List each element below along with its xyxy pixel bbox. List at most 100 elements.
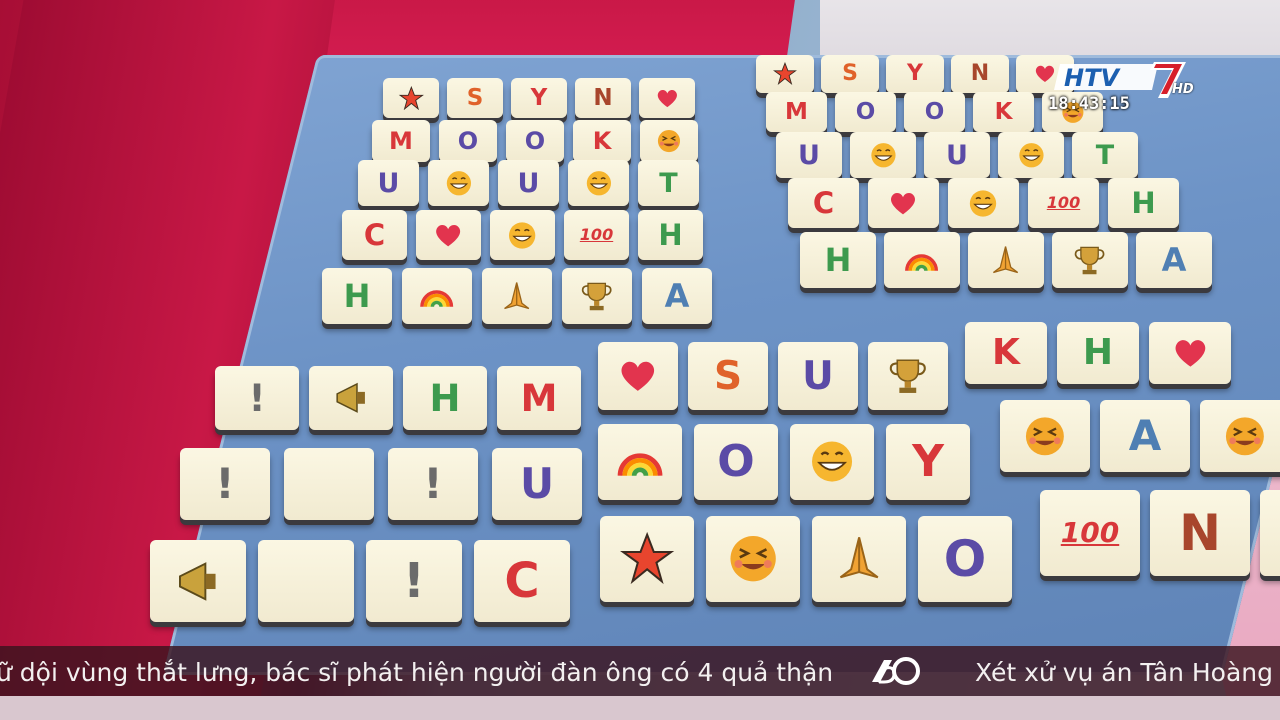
letter-tile: U [924, 132, 990, 178]
tile-letter: T [659, 167, 678, 199]
tile-letter: H [824, 241, 852, 279]
grin-squint-tile [640, 120, 698, 162]
grin-squint-tile [706, 516, 800, 602]
pray-tile [812, 516, 906, 602]
tile-letter: N [593, 84, 613, 111]
blank-tile [284, 448, 374, 520]
news-ticker: ữ dội vùng thắt lưng, bác sĩ phát hiện n… [0, 646, 1280, 696]
tile-letter: ! [248, 376, 266, 420]
grin-icon [509, 221, 536, 249]
ticker-headline-left: ữ dội vùng thắt lưng, bác sĩ phát hiện n… [0, 658, 834, 687]
tile-letter: N [970, 61, 990, 86]
tile-letter: U [517, 167, 540, 199]
letter-tile: H [1108, 178, 1179, 228]
bottom-strip [0, 696, 1280, 720]
heart-tile [868, 178, 939, 228]
heart-tile [416, 210, 481, 260]
tile-letter: N [1179, 504, 1221, 562]
letter-tile: 100 [1040, 490, 1140, 576]
heart-icon [436, 224, 461, 246]
tile-letter: C [812, 185, 835, 220]
rainbow-icon [420, 290, 454, 307]
letter-tile: U [358, 160, 419, 206]
trophy-tile [1052, 232, 1128, 288]
heart-tile [1149, 322, 1231, 384]
grin-tile [850, 132, 916, 178]
letter-tile: H [800, 232, 876, 288]
letter-tile: O [904, 92, 965, 132]
grin-tile [948, 178, 1019, 228]
grin-icon [446, 170, 471, 196]
grin-icon [1018, 142, 1044, 168]
tile-letter: 100 [579, 225, 614, 244]
pray-icon [993, 245, 1019, 273]
trophy-tile [868, 342, 948, 410]
trophy-icon [889, 359, 927, 393]
tile-letter: A [664, 277, 690, 315]
megaphone-icon [336, 382, 365, 414]
rainbow-icon [905, 254, 939, 271]
letter-tile: U [776, 132, 842, 178]
svg-text:HTV: HTV [1064, 64, 1121, 92]
letter-tile: H [403, 366, 487, 430]
ticker-60-logo-icon [872, 657, 920, 685]
star-tile [756, 55, 814, 93]
blank-tile [1260, 490, 1280, 576]
heart-icon [621, 361, 655, 391]
grin-tile [428, 160, 489, 206]
letter-tile: N [1150, 490, 1250, 576]
tile-letter: K [592, 127, 612, 155]
trophy-tile [562, 268, 632, 324]
grin-tile [568, 160, 629, 206]
letter-tile: 100 [1028, 178, 1099, 228]
star-tile [600, 516, 694, 602]
grin-squint-icon [657, 129, 681, 153]
tile-letter: S [713, 353, 743, 399]
grin-icon [586, 170, 611, 196]
tile-letter: S [842, 61, 858, 86]
letter-tile: O [506, 120, 564, 162]
letter-tile: H [638, 210, 703, 260]
megaphone-icon [179, 561, 216, 601]
letter-tile: Y [886, 55, 944, 93]
ticker-headline-right: Xét xử vụ án Tân Hoàng M [975, 658, 1280, 687]
tile-letter: A [1161, 241, 1187, 279]
grin-tile [998, 132, 1064, 178]
tile-letter: S [466, 84, 484, 111]
letter-tile: Y [511, 78, 567, 118]
tile-letter: ! [423, 459, 443, 508]
tile-letter: M [389, 127, 413, 155]
letter-tile: S [688, 342, 768, 410]
heart-icon [891, 192, 916, 214]
tile-letter: C [504, 553, 540, 609]
letter-tile: K [965, 322, 1047, 384]
pray-tile [482, 268, 552, 324]
letter-tile: O [918, 516, 1012, 602]
letter-tile: O [439, 120, 497, 162]
tile-letter: U [798, 139, 820, 171]
letter-tile: O [694, 424, 778, 500]
letter-tile: S [447, 78, 503, 118]
star-tile [383, 78, 439, 118]
letter-tile: Y [886, 424, 970, 500]
grin-tile [490, 210, 555, 260]
letter-tile: U [492, 448, 582, 520]
letter-tile: T [638, 160, 699, 206]
pray-icon [839, 537, 879, 579]
broadcast-clock: 18:43:15 [1048, 94, 1130, 114]
grin-squint-icon [1026, 417, 1064, 455]
tile-letter: T [1095, 139, 1115, 171]
star-icon [619, 532, 675, 585]
grin-icon [811, 441, 853, 483]
tile-letter: 100 [1060, 516, 1120, 549]
letter-tile: O [835, 92, 896, 132]
star-icon [398, 85, 424, 110]
letter-tile: N [575, 78, 631, 118]
letter-tile: C [474, 540, 570, 622]
rainbow-tile [402, 268, 472, 324]
rainbow-tile [884, 232, 960, 288]
letter-tile: A [1136, 232, 1212, 288]
grin-tile [790, 424, 874, 500]
grin-squint-tile [1200, 400, 1280, 472]
heart-tile [639, 78, 695, 118]
